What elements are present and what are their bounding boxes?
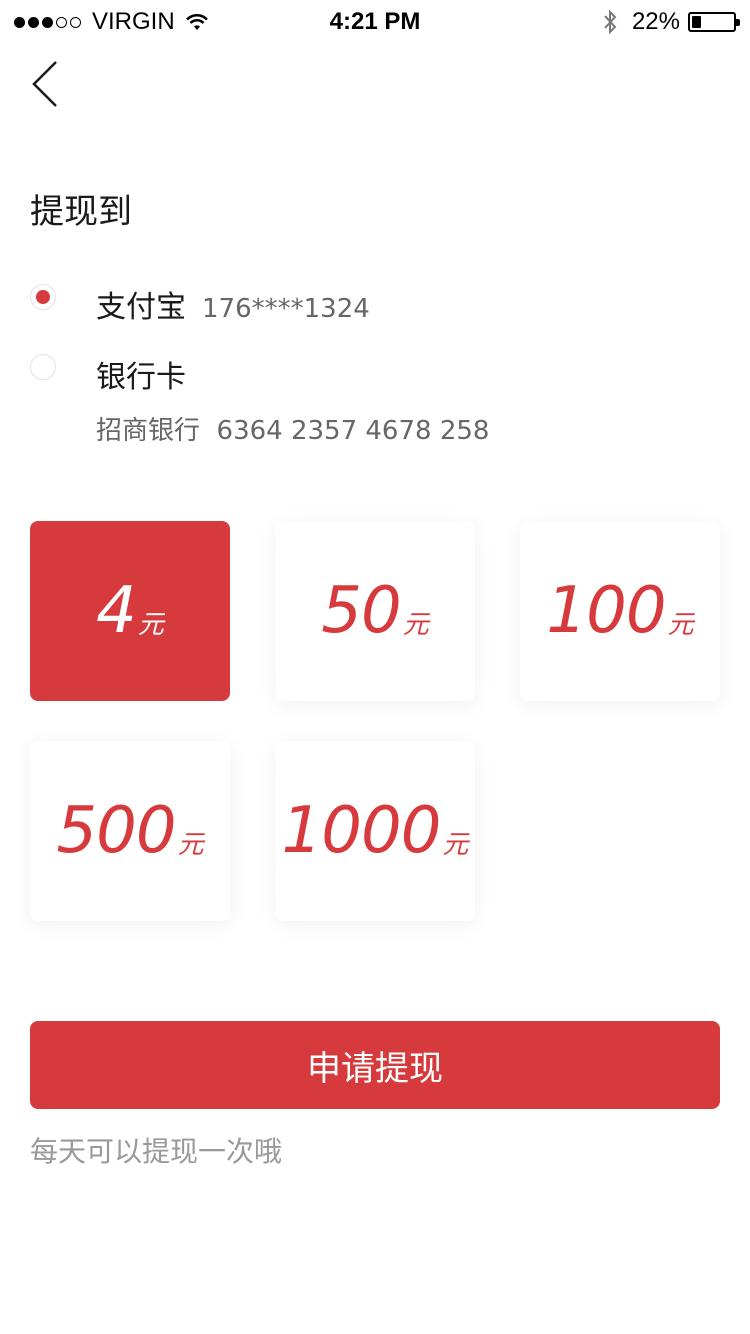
radio-alipay[interactable] <box>30 284 56 310</box>
amount-unit: 元 <box>177 829 204 860</box>
amount-unit: 元 <box>442 829 469 860</box>
amount-unit: 元 <box>402 609 429 640</box>
daily-limit-hint: 每天可以提现一次哦 <box>30 1135 283 1168</box>
battery-fill <box>692 16 701 28</box>
option-account-alipay: 176****1324 <box>202 294 370 324</box>
amount-value: 4 <box>96 574 137 648</box>
status-bar: VIRGIN 4:21 PM 22% <box>0 0 750 40</box>
option-name-alipay: 支付宝 <box>96 290 186 325</box>
battery-percent: 22% <box>631 8 680 35</box>
radio-selected-dot <box>36 290 50 304</box>
back-button[interactable] <box>26 58 66 112</box>
amount-unit: 元 <box>667 609 694 640</box>
option-name-bank-card: 银行卡 <box>96 360 186 395</box>
withdraw-to-title: 提现到 <box>30 192 132 232</box>
amount-option-500[interactable]: 500 元 <box>30 741 230 921</box>
amount-unit: 元 <box>137 609 164 640</box>
battery-icon <box>688 12 740 32</box>
chevron-left-icon <box>32 61 57 107</box>
battery-tip <box>736 19 740 26</box>
option-alipay[interactable]: 支付宝 176****1324 <box>30 282 370 326</box>
submit-withdraw-button[interactable]: 申请提现 <box>30 1021 720 1109</box>
amount-option-1000[interactable]: 1000 元 <box>275 741 475 921</box>
bluetooth-icon <box>604 9 617 35</box>
amount-value: 500 <box>56 794 176 868</box>
amount-value: 50 <box>321 574 401 648</box>
amount-option-50[interactable]: 50 元 <box>275 521 475 701</box>
option-account-bank-card: 招商银行 6364 2357 4678 258 <box>96 416 490 446</box>
radio-bank-card[interactable] <box>30 354 56 380</box>
amount-value: 1000 <box>281 794 442 868</box>
withdraw-page: VIRGIN 4:21 PM 22% 提现到 支付宝 176****1324 银… <box>0 0 750 1334</box>
status-right: 22% <box>602 8 740 36</box>
amount-value: 100 <box>546 574 666 648</box>
amount-option-4[interactable]: 4元 <box>30 521 230 701</box>
option-bank-card[interactable]: 银行卡 招商银行 6364 2357 4678 258 <box>30 352 489 447</box>
amount-option-100[interactable]: 100 元 <box>520 521 720 701</box>
